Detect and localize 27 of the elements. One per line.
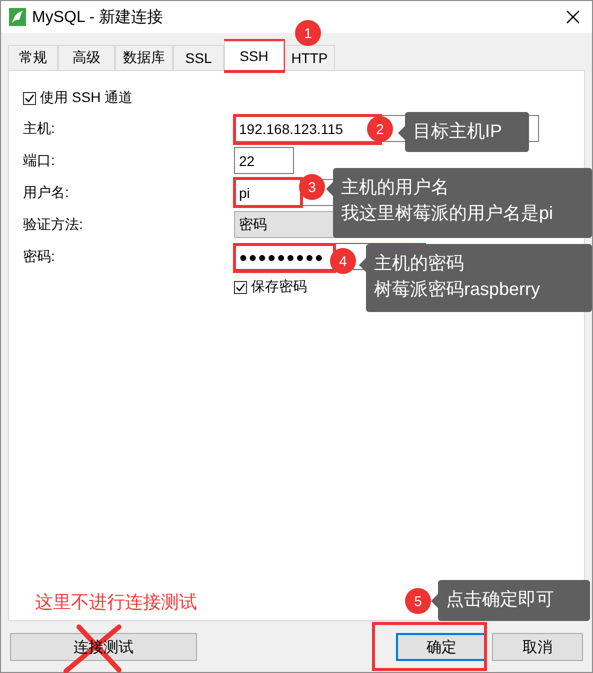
callout-text: 树莓派密码raspberry [374, 278, 542, 301]
tab[interactable]: HTTP [284, 45, 335, 70]
checkbox[interactable] [23, 92, 36, 104]
tab[interactable]: SSL [173, 45, 224, 70]
tab[interactable]: 常规 [8, 45, 58, 70]
tab[interactable]: 数据库 [115, 45, 173, 70]
close-icon[interactable] [566, 10, 580, 24]
input-field[interactable]: 22 [234, 147, 294, 174]
tab[interactable]: 高级 [58, 45, 115, 70]
field-label: 端口: [23, 152, 56, 170]
app-logo-icon [9, 8, 26, 26]
callout-text: 点击确定即可 [446, 588, 555, 611]
field-label: 主机: [23, 120, 56, 138]
window-title: MySQL - 新建连接 [32, 8, 163, 28]
checkbox[interactable] [234, 280, 247, 294]
field-label: 验证方法: [23, 216, 84, 234]
field-label: 用户名: [23, 184, 70, 202]
callout-text: 目标主机IP [413, 120, 504, 143]
checkbox-label: 使用 SSH 通道 [40, 89, 133, 107]
annotation-note: 这里不进行连接测试 [35, 591, 197, 614]
highlight-frame [224, 39, 285, 73]
cancel-button[interactable]: 取消 [492, 633, 583, 661]
ok-button[interactable]: 确定 [396, 633, 487, 661]
checkbox-label: 保存密码 [251, 278, 307, 296]
field-label: 密码: [23, 248, 56, 266]
tab[interactable]: SSH [224, 41, 284, 70]
callout-text: 主机的用户名 [341, 176, 450, 199]
